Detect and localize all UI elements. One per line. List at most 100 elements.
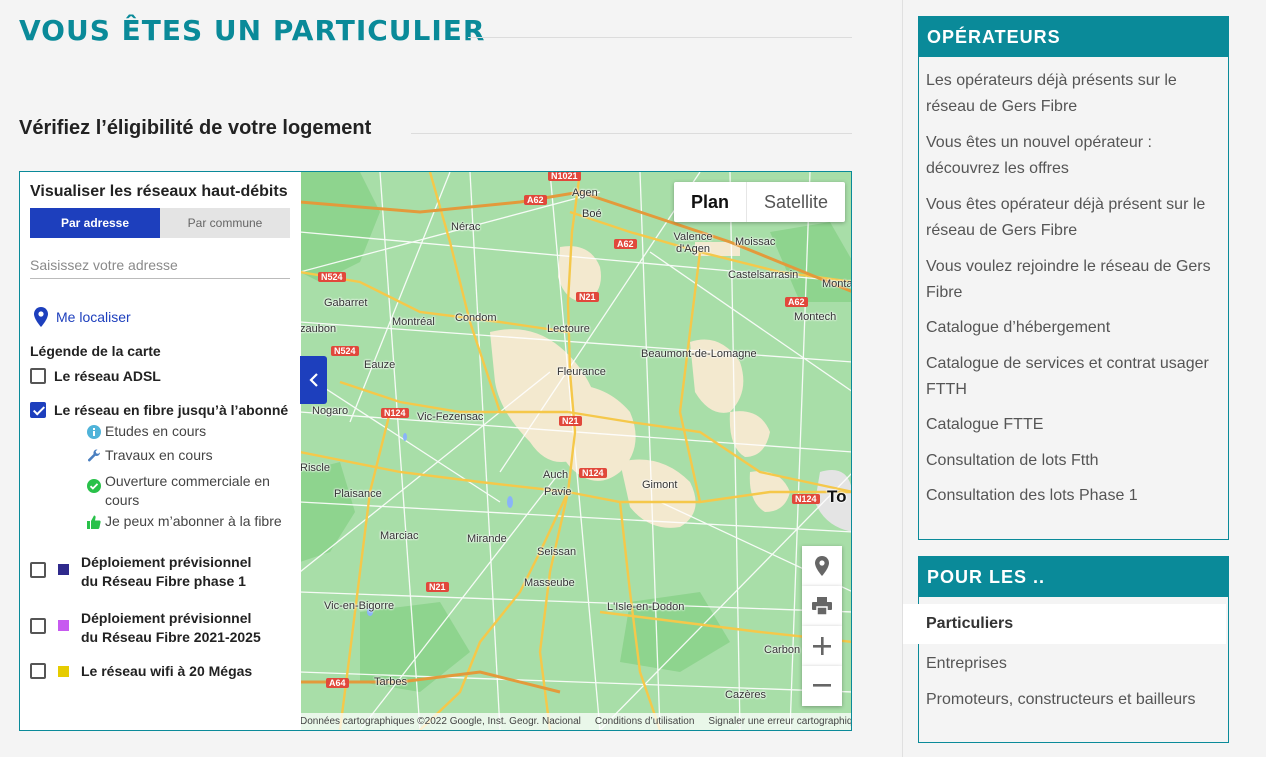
map-place-label: Agen: [572, 187, 598, 199]
audience-link-particuliers[interactable]: Particuliers: [903, 604, 1226, 644]
layer-2021-2025-toggle[interactable]: Déploiement prévisionnel du Réseau Fibre…: [30, 609, 271, 647]
operators-link[interactable]: Vous êtes un nouvel opérateur : découvre…: [926, 130, 1226, 182]
layer-phase1-label: Déploiement prévisionnel du Réseau Fibre…: [81, 554, 252, 589]
section-title: Vérifiez l’éligibilité de votre logement: [19, 117, 372, 139]
map-place-label: Fleurance: [557, 366, 606, 378]
map-place-label: Eauze: [364, 359, 396, 371]
chevron-left-icon: [308, 373, 318, 387]
road-badge: N124: [792, 494, 820, 504]
zoom-in-button[interactable]: [802, 626, 842, 666]
report-error-link[interactable]: Signaler une erreur cartographique: [708, 716, 851, 727]
operators-link[interactable]: Les opérateurs déjà présents sur le rése…: [926, 68, 1226, 120]
fibre-status-item: Travaux en cours: [87, 447, 213, 463]
map-place-label: Cazères: [725, 689, 766, 701]
terms-link[interactable]: Conditions d’utilisation: [595, 716, 695, 727]
map-print-button[interactable]: [802, 586, 842, 626]
legend-title: Légende de la carte: [30, 343, 161, 359]
operators-link[interactable]: Catalogue FTTE: [926, 412, 1226, 438]
operators-link[interactable]: Vous êtes opérateur déjà présent sur le …: [926, 192, 1226, 244]
map-place-label: Nogaro: [312, 405, 349, 417]
map-place-label: Riscle: [300, 462, 330, 474]
operators-link[interactable]: Consultation de lots Ftth: [926, 448, 1226, 474]
map-pin-icon: [815, 556, 829, 576]
road-badge: N524: [318, 272, 346, 282]
map-place-label: L'Isle-en-Dodon: [607, 601, 685, 613]
audience-box-title: POUR LES ..: [919, 557, 1228, 597]
map-pin-icon: [34, 307, 48, 327]
layer-adsl-checkbox[interactable]: [30, 368, 46, 384]
map-place-label: Lectoure: [547, 323, 590, 335]
layer-2021-2025-label: Déploiement prévisionnel du Réseau Fibre…: [81, 610, 261, 645]
map-canvas[interactable]: Agen Boé Nérac Valence d'Agen Moissac Ca…: [300, 172, 851, 730]
road-badge: A62: [524, 195, 547, 205]
panel-title: Visualiser les réseaux haut-débits: [30, 183, 288, 200]
map-place-label: To: [827, 487, 847, 506]
map-place-label: Carbon: [764, 644, 801, 656]
zoom-out-button[interactable]: [802, 666, 842, 706]
road-badge: N124: [381, 408, 409, 418]
road-badge: N124: [579, 468, 607, 478]
fibre-status-label: Etudes en cours: [105, 423, 207, 439]
thumbs-up-icon: [87, 515, 101, 529]
section-divider: [411, 133, 852, 134]
road-badge: N21: [576, 292, 599, 302]
fibre-status-label: Ouverture commerciale en cours: [105, 473, 270, 508]
map-place-label: Seissan: [537, 546, 577, 558]
map-place-label: zaubon: [300, 323, 337, 335]
fibre-status-item: Etudes en cours: [87, 423, 206, 439]
operators-link[interactable]: Catalogue de services et contrat usager …: [926, 351, 1226, 403]
fibre-status-item: Je peux m’abonner à la fibre: [87, 513, 282, 529]
layer-fibre-checkbox[interactable]: [30, 402, 46, 418]
printer-icon: [812, 597, 832, 615]
map-place-label: Valence d'Agen: [673, 231, 713, 255]
map-place-label: Marciac: [380, 530, 419, 542]
layer-fibre-toggle[interactable]: Le réseau en fibre jusqu’à l’abonné: [30, 402, 288, 418]
layer-adsl-label: Le réseau ADSL: [54, 368, 161, 384]
road-badge: N1021: [548, 172, 581, 181]
layer-phase1-checkbox[interactable]: [30, 562, 46, 578]
fibre-status-item: Ouverture commerciale en cours: [87, 472, 287, 510]
title-divider: [468, 37, 852, 38]
map-locate-button[interactable]: [802, 546, 842, 586]
layer-wifi-swatch: [58, 666, 69, 677]
map-place-label: Vic-Fezensac: [417, 411, 484, 423]
layer-adsl-toggle[interactable]: Le réseau ADSL: [30, 368, 161, 384]
map-place-label: Beaumont-de-Lomagne: [641, 348, 757, 360]
address-input[interactable]: [30, 252, 290, 279]
info-icon: [87, 425, 101, 439]
layer-2021-2025-checkbox[interactable]: [30, 618, 46, 634]
road-badge: N21: [426, 582, 449, 592]
locate-me-label: Me localiser: [56, 309, 131, 325]
layer-wifi-toggle[interactable]: Le réseau wifi à 20 Mégas: [30, 663, 252, 679]
tab-by-commune[interactable]: Par commune: [160, 208, 290, 238]
map-place-label: Vic-en-Bigorre: [324, 600, 395, 612]
map-place-label: Montréal: [392, 316, 435, 328]
plus-icon: [813, 637, 831, 655]
minus-icon: [813, 684, 831, 687]
audience-box: POUR LES .. Particuliers Entreprises Pro…: [903, 556, 1229, 743]
audience-link-entreprises[interactable]: Entreprises: [926, 651, 1226, 677]
map-type-satellite-button[interactable]: Satellite: [747, 182, 845, 222]
road-badge: A64: [326, 678, 349, 688]
audience-link-promoteurs[interactable]: Promoteurs, constructeurs et bailleurs: [926, 687, 1226, 713]
layer-wifi-checkbox[interactable]: [30, 663, 46, 679]
road-badge: N524: [331, 346, 359, 356]
map-place-label: Gabarret: [324, 297, 368, 309]
map-place-label: Tarbes: [374, 676, 408, 688]
operators-link[interactable]: Catalogue d’hébergement: [926, 315, 1226, 341]
operators-link[interactable]: Vous voulez rejoindre le réseau de Gers …: [926, 254, 1226, 306]
map-place-label: Montech: [794, 311, 837, 323]
map-place-label: Castelsarrasin: [728, 269, 799, 281]
operators-link[interactable]: Consultation des lots Phase 1: [926, 483, 1226, 509]
locate-me-button[interactable]: Me localiser: [34, 307, 131, 327]
operators-box-title: OPÉRATEURS: [919, 17, 1228, 57]
map-type-plan-button[interactable]: Plan: [674, 182, 748, 222]
layers-panel: Visualiser les réseaux haut-débits Par a…: [20, 172, 301, 730]
collapse-panel-button[interactable]: [300, 356, 327, 404]
map-place-label: Auch: [543, 469, 569, 481]
map-place-label: Pavie: [544, 486, 572, 498]
layer-phase1-toggle[interactable]: Déploiement prévisionnel du Réseau Fibre…: [30, 553, 271, 591]
tab-by-address[interactable]: Par adresse: [30, 208, 160, 238]
map-place-label: Condom: [455, 312, 497, 324]
road-badge: N21: [559, 416, 582, 426]
